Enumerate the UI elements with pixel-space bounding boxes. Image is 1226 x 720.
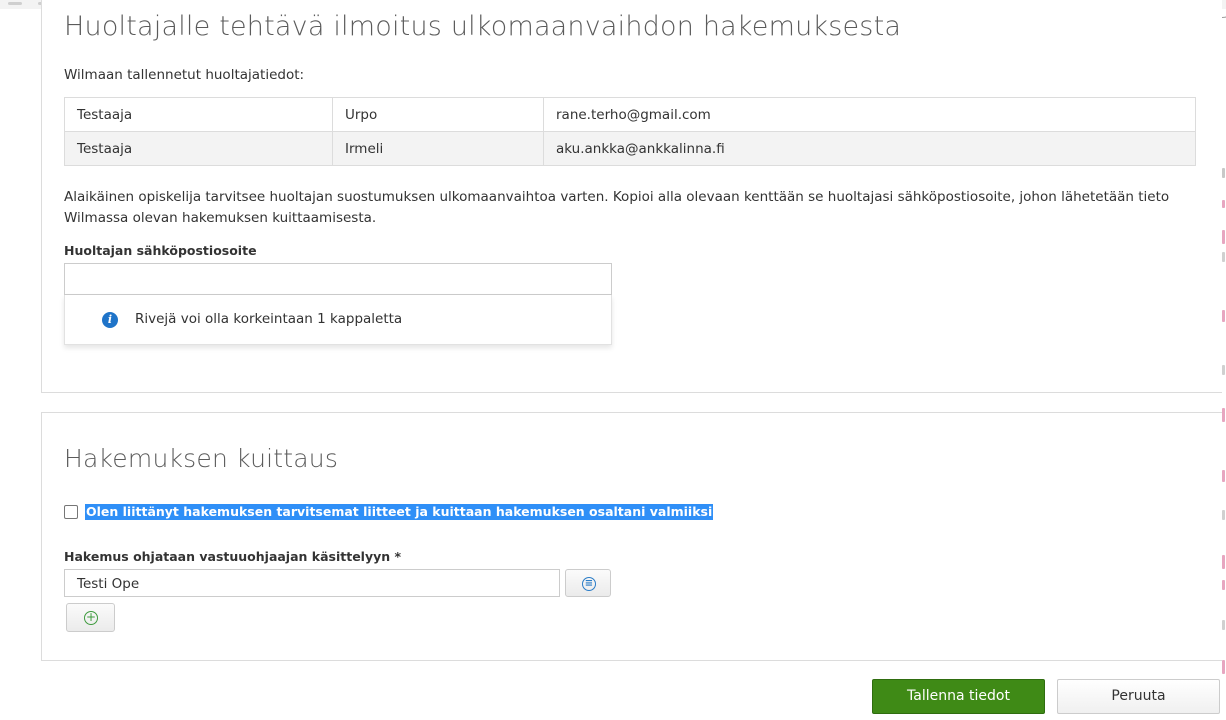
notice-section-title: Huoltajalle tehtävä ilmoitus ulkomaanvai… [64,11,902,42]
table-row: Testaaja Urpo rane.terho@gmail.com [64,97,1196,132]
guardian-email: aku.ankka@ankkalinna.fi [543,131,1196,166]
guardian-email-label: Huoltajan sähköpostiosoite [64,243,257,258]
info-message-box: i Rivejä voi olla korkeintaan 1 kappalet… [64,295,612,345]
saved-guardians-label: Wilmaan tallennetut huoltajatiedot: [64,67,305,83]
guardian-last-name: Testaaja [64,131,333,166]
guardian-first-name: Urpo [332,97,544,132]
save-button[interactable]: Tallenna tiedot [872,679,1045,714]
guardian-notice-panel: Huoltajalle tehtävä ilmoitus ulkomaanvai… [41,0,1222,393]
guardian-email-input[interactable] [64,263,612,295]
guardian-email: rane.terho@gmail.com [543,97,1196,132]
acknowledgement-section-title: Hakemuksen kuittaus [64,444,339,473]
table-row: Testaaja Irmeli aku.ankka@ankkalinna.fi [64,131,1196,166]
info-message-text: Rivejä voi olla korkeintaan 1 kappaletta [135,311,403,327]
acknowledge-checkbox-label[interactable]: Olen liittänyt hakemuksen tarvitsemat li… [85,504,714,520]
acknowledgement-panel: Hakemuksen kuittaus Olen liittänyt hakem… [41,412,1222,661]
list-circle-icon: ≡ [582,577,596,591]
plus-circle-icon: + [84,610,98,625]
cancel-button[interactable]: Peruuta [1057,679,1220,714]
advisor-field-label: Hakemus ohjataan vastuuohjaajan käsittel… [64,549,402,564]
guardians-table: Testaaja Urpo rane.terho@gmail.com Testa… [64,97,1196,166]
advisor-select-field[interactable]: Testi Ope [64,569,560,597]
consent-instructions: Alaikäinen opiskelija tarvitsee huoltaja… [64,189,1170,226]
guardian-first-name: Irmeli [332,131,544,166]
guardian-last-name: Testaaja [64,97,333,132]
acknowledge-checkbox[interactable] [64,505,78,519]
info-circle-icon: i [102,312,118,328]
advisor-select-button[interactable]: ≡ [565,569,611,597]
add-advisor-button[interactable]: + [66,603,115,632]
